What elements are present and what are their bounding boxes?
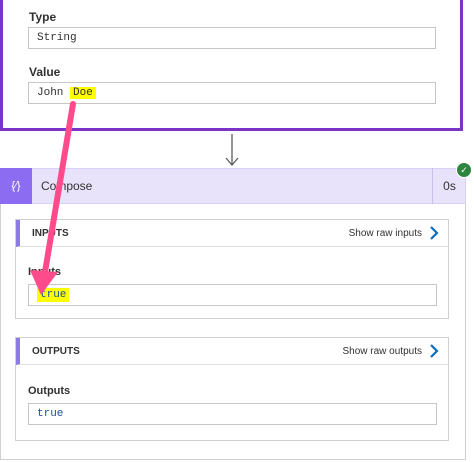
inputs-section-header: INPUTS Show raw inputs — [16, 220, 448, 247]
value-field: John Doe — [28, 82, 436, 104]
value-text: John — [37, 87, 71, 99]
show-raw-inputs-link[interactable]: Show raw inputs — [349, 228, 422, 239]
compose-title: Compose — [41, 179, 93, 193]
type-label: Type — [29, 10, 57, 24]
previous-action-card — [0, 0, 463, 131]
value-highlighted-text: Doe — [70, 87, 96, 99]
outputs-section-header: OUTPUTS Show raw outputs — [16, 338, 448, 365]
inputs-section-title: INPUTS — [32, 228, 69, 239]
chevron-right-icon[interactable] — [428, 225, 440, 241]
inputs-label: Inputs — [28, 266, 61, 278]
inputs-field: true — [28, 284, 437, 306]
outputs-section: OUTPUTS Show raw outputs Outputs true — [15, 337, 449, 441]
connector-arrow-icon — [225, 134, 239, 166]
compose-icon-glyph: {∕} — [11, 180, 21, 192]
show-raw-outputs-link[interactable]: Show raw outputs — [343, 346, 423, 357]
type-value: String — [37, 32, 77, 44]
outputs-label: Outputs — [28, 385, 71, 397]
inputs-section: INPUTS Show raw inputs Inputs true — [15, 219, 449, 319]
success-check-icon: ✓ — [456, 162, 472, 178]
type-field: String — [28, 27, 436, 49]
inputs-value: true — [37, 288, 70, 302]
value-label: Value — [29, 65, 61, 79]
outputs-section-title: OUTPUTS — [32, 346, 80, 357]
compose-icon: {∕} — [0, 168, 32, 204]
outputs-value: true — [37, 408, 64, 420]
chevron-right-icon[interactable] — [428, 343, 440, 359]
outputs-field: true — [28, 403, 437, 425]
